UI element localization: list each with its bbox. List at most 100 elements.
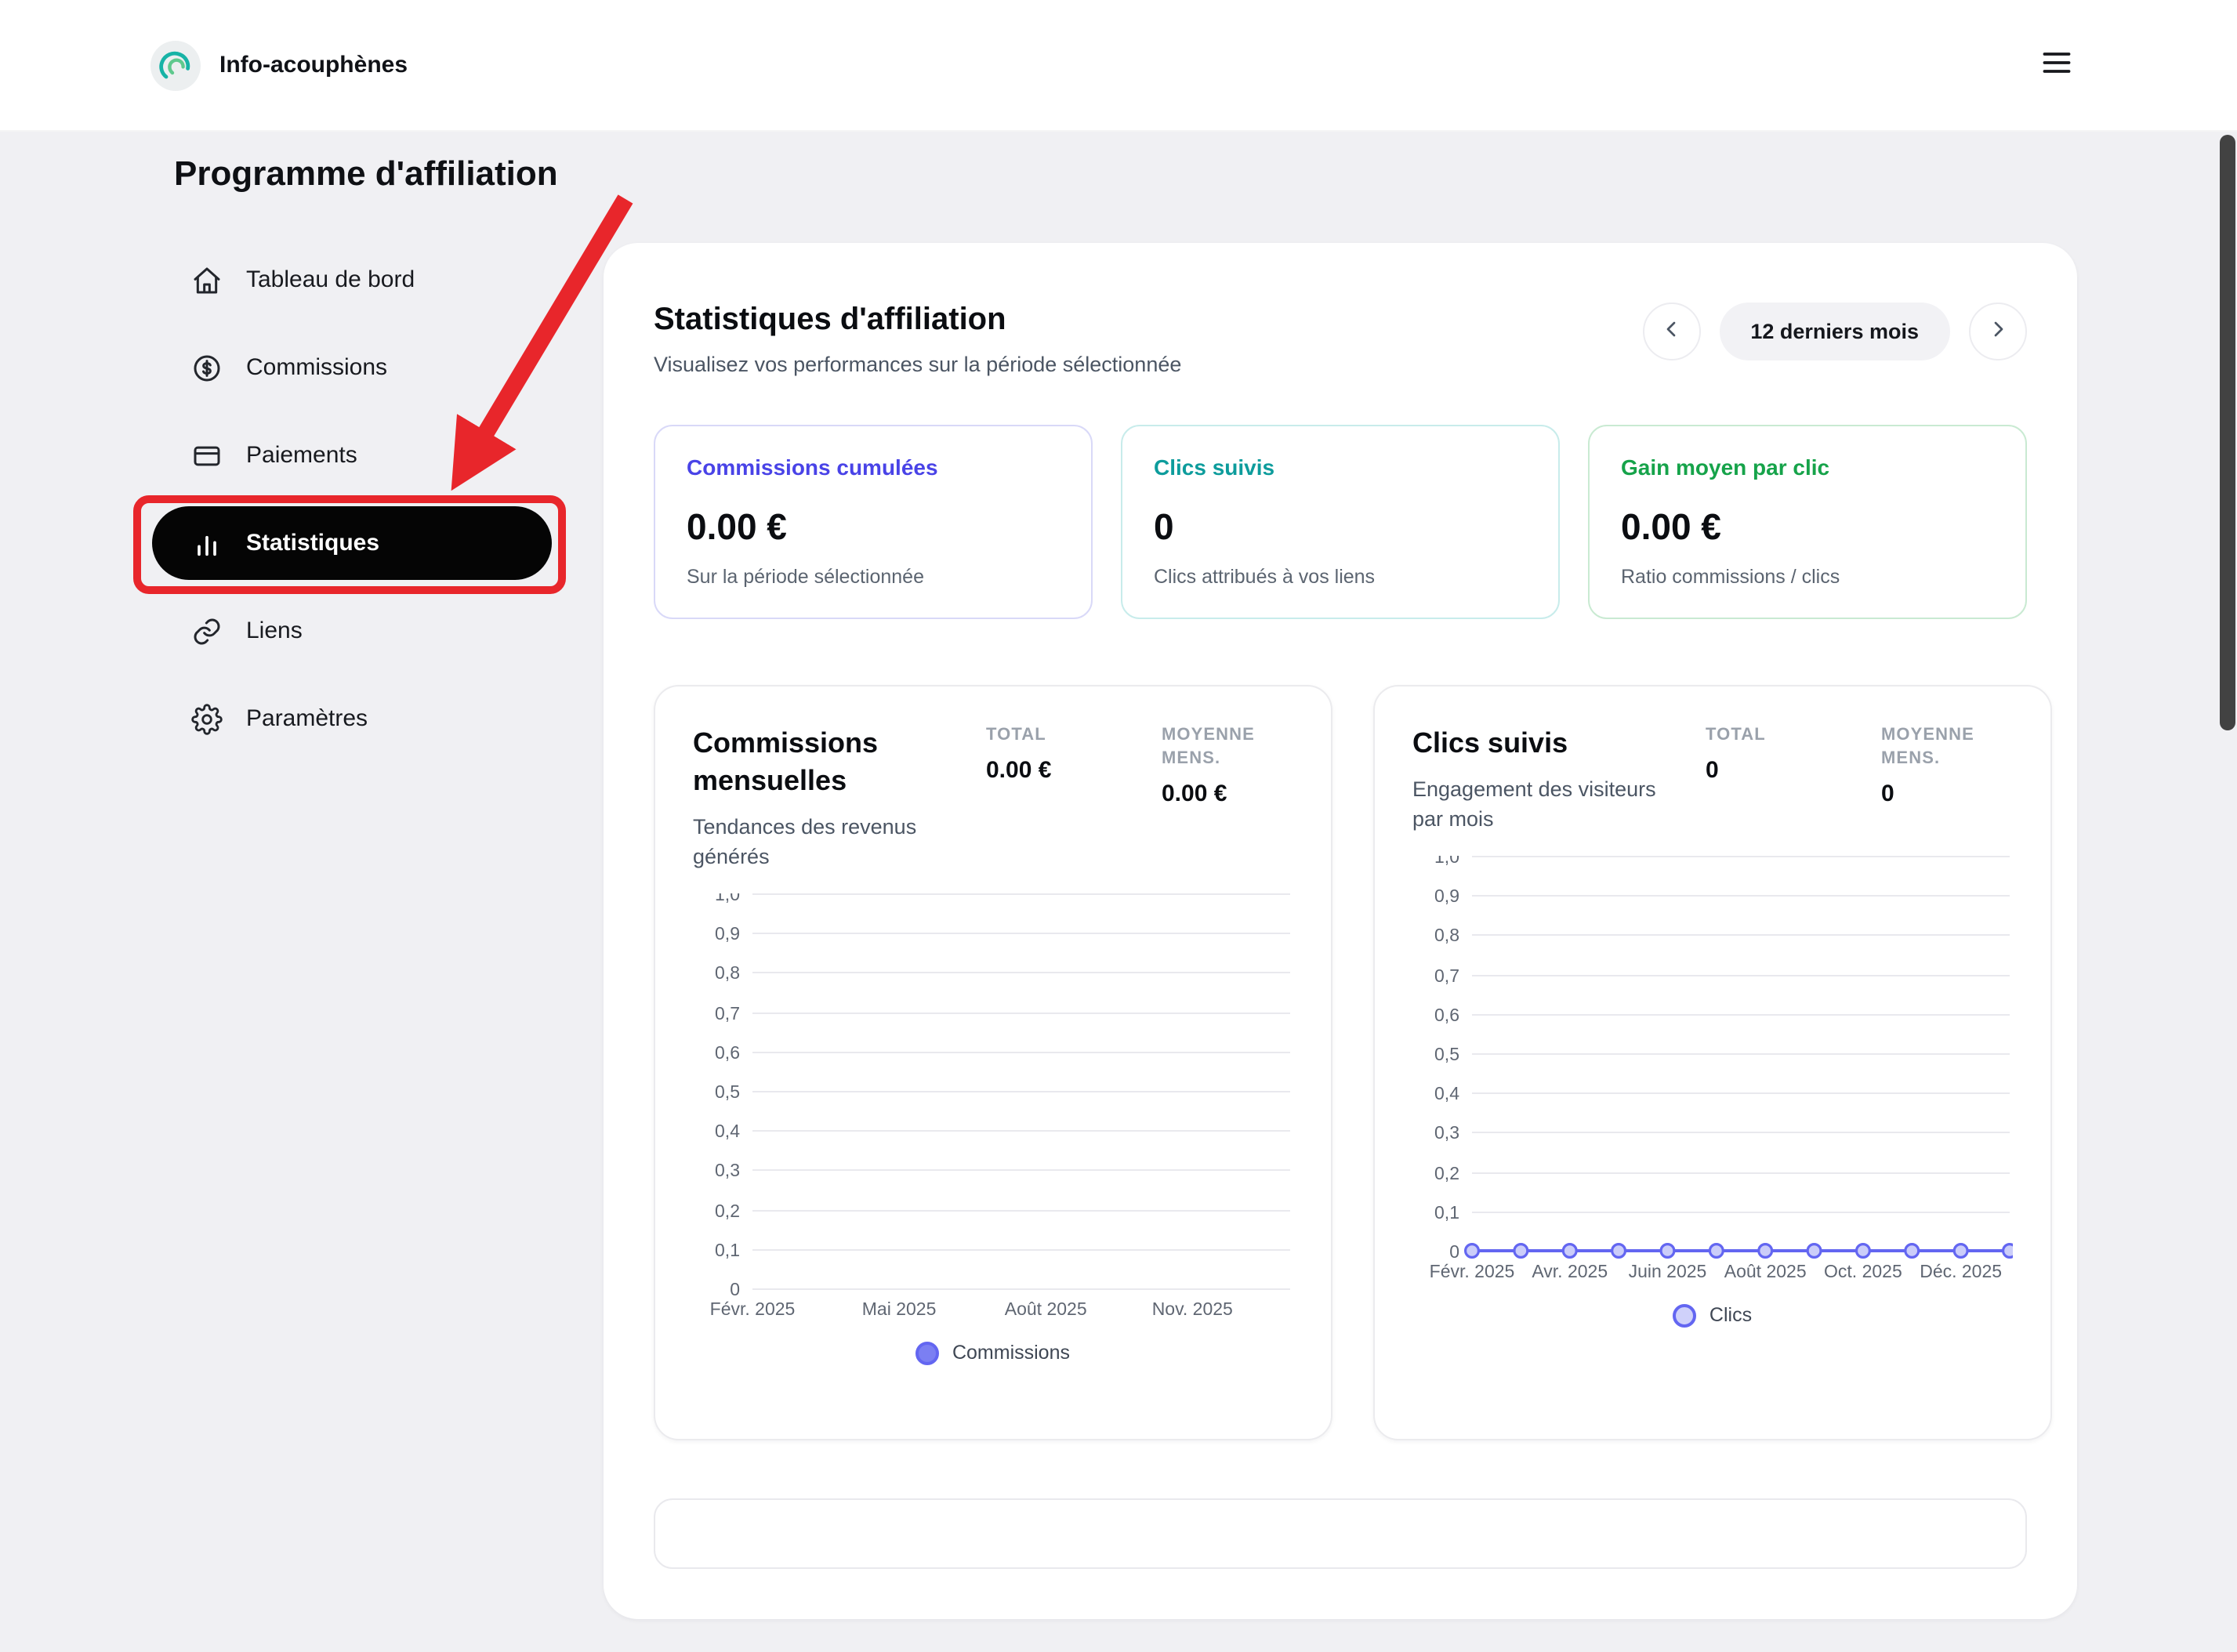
panel-titles: Statistiques d'affiliation Visualisez vo… [654,299,1181,379]
chart-avg-value: 0.00 € [1162,781,1227,807]
svg-text:0,7: 0,7 [1434,965,1459,986]
svg-text:0: 0 [1449,1241,1459,1262]
period-prev-button[interactable] [1642,303,1701,360]
dollar-icon [191,352,223,383]
legend-dot-clicks [1673,1303,1697,1327]
legend-label: Commissions [952,1342,1070,1364]
period-nav: 12 derniers mois [1642,303,2027,360]
page: Info-acouphènes Programme d'affiliation … [0,0,2237,1652]
svg-text:0,1: 0,1 [1434,1202,1459,1223]
sidebar-item-statistics[interactable]: Statistiques [152,506,552,580]
chart-subtitle: Tendances des revenus générés [693,815,917,868]
chart-total-label: TOTAL [1706,726,1766,744]
svg-text:0,1: 0,1 [715,1240,740,1260]
app-header: Info-acouphènes [0,0,2237,132]
svg-text:Févr. 2025: Févr. 2025 [1430,1261,1515,1281]
svg-text:1,0: 1,0 [1434,856,1459,867]
chart-header: Commissions mensuelles Tendances des rev… [693,724,1293,871]
chart-canvas: 1,0 0,9 0,8 0,7 0,6 0,5 0,4 0,3 0,2 0,1 0Févr. 202… [1430,846,2018,1281]
clicks-chart-plot: 1,0 0,9 0,8 0,7 0,6 0,5 0,4 0,3 0,2 0,1 0 Févr. 202… [1412,846,2018,1288]
menu-button[interactable] [2027,35,2087,95]
svg-text:0,4: 0,4 [1434,1083,1459,1103]
charts-row: Commissions mensuelles Tendances des rev… [654,685,2052,1440]
legend-dot-commissions [915,1341,940,1364]
chart-titles: Commissions mensuelles Tendances des rev… [693,724,967,871]
chevron-right-icon [1985,317,2010,346]
svg-text:Nov. 2025: Nov. 2025 [1152,1299,1233,1319]
gear-icon [191,703,223,734]
stat-cards-row: Commissions cumulées 0.00 € Sur la pério… [654,425,2027,619]
stat-caption: Sur la période sélectionnée [687,566,924,588]
chart-avg-label: MOYENNE MENS. [1162,726,1255,768]
sidebar-item-payments[interactable]: Paiements [152,418,552,492]
svg-text:0,9: 0,9 [715,923,740,944]
sidebar-item-label: Paramètres [246,705,368,732]
brand-name: Info-acouphènes [219,52,408,78]
svg-text:0,4: 0,4 [715,1121,740,1141]
legend-label: Clics [1709,1304,1753,1326]
svg-text:0,3: 0,3 [1434,1122,1459,1143]
svg-text:Août 2025: Août 2025 [1724,1261,1807,1281]
sidebar: Programme d'affiliation Tableau de bord [0,132,604,755]
sidebar-item-dashboard[interactable]: Tableau de bord [152,243,552,317]
chart-avg-label: MOYENNE MENS. [1881,726,1974,768]
svg-text:Août 2025: Août 2025 [1005,1299,1087,1319]
chart-titles: Clics suivis Engagement des visiteurs pa… [1412,724,1687,834]
svg-text:1,0: 1,0 [715,893,740,904]
empty-panel [654,1498,2027,1569]
stat-card-avg-gain: Gain moyen par clic 0.00 € Ratio commiss… [1588,425,2027,619]
chart-title: Commissions mensuelles [693,727,879,796]
chart-avg-value: 0 [1881,781,1894,807]
stat-value: 0 [1154,506,1174,547]
chart-legend-commissions[interactable]: Commissions [693,1335,1293,1370]
stat-title: Clics suivis [1154,455,1275,480]
chart-header: Clics suivis Engagement des visiteurs pa… [1412,724,2013,834]
chart-legend-clicks[interactable]: Clics [1412,1298,2013,1332]
sidebar-item-links[interactable]: Liens [152,594,552,668]
credit-card-icon [191,440,223,471]
home-icon [191,264,223,295]
app-logo-icon [150,40,201,90]
period-label[interactable]: 12 derniers mois [1719,303,1950,360]
svg-text:Avr. 2025: Avr. 2025 [1532,1261,1608,1281]
sidebar-item-commissions[interactable]: Commissions [152,331,552,404]
svg-text:Févr. 2025: Févr. 2025 [710,1299,796,1319]
brand[interactable]: Info-acouphènes [150,40,408,90]
period-next-button[interactable] [1969,303,2027,360]
svg-text:0,5: 0,5 [715,1081,740,1102]
svg-text:0: 0 [730,1279,740,1299]
chart-card-commissions: Commissions mensuelles Tendances des rev… [654,685,1332,1440]
chart-total: TOTAL 0 [1706,724,1862,784]
sidebar-item-settings[interactable]: Paramètres [152,682,552,755]
chart-subtitle: Engagement des visiteurs par mois [1412,777,1656,831]
chevron-left-icon [1659,317,1684,346]
stats-panel: Statistiques d'affiliation Visualisez vo… [604,243,2077,1619]
panel-header: Statistiques d'affiliation Visualisez vo… [654,299,2027,379]
panel-title: Statistiques d'affiliation [654,303,1006,337]
panel-subtitle: Visualisez vos performances sur la pério… [654,353,1182,376]
svg-text:Mai 2025: Mai 2025 [862,1299,937,1319]
svg-text:0,6: 0,6 [1434,1005,1459,1025]
link-icon [191,615,223,647]
stat-caption: Ratio commissions / clics [1621,566,1840,588]
stat-caption: Clics attribués à vos liens [1154,566,1376,588]
svg-text:0,3: 0,3 [715,1160,740,1180]
stat-card-commissions: Commissions cumulées 0.00 € Sur la pério… [654,425,1093,619]
chart-total: TOTAL 0.00 € [986,724,1143,784]
chart-title: Clics suivis [1412,727,1568,759]
stat-value: 0.00 € [1621,506,1721,547]
chart-total-value: 0.00 € [986,757,1052,784]
stat-card-clicks: Clics suivis 0 Clics attribués à vos lie… [1121,425,1560,619]
sidebar-item-label: Commissions [246,354,388,381]
sidebar-item-label: Liens [246,618,303,644]
svg-text:0,8: 0,8 [1434,925,1459,945]
chart-card-clicks: Clics suivis Engagement des visiteurs pa… [1373,685,2052,1440]
scrollbar-thumb[interactable] [2220,135,2235,730]
commissions-chart-plot: 1,0 0,9 0,8 0,7 0,6 0,5 0,4 0,3 0,2 0,1 0 Févr. 202… [693,884,1293,1326]
stat-title: Commissions cumulées [687,455,938,480]
page-title: Programme d'affiliation [174,154,558,193]
svg-text:0,5: 0,5 [1434,1044,1459,1064]
svg-text:0,9: 0,9 [1434,886,1459,906]
chart-avg: MOYENNE MENS. 0.00 € [1162,724,1293,807]
sidebar-item-label: Paiements [246,442,357,469]
